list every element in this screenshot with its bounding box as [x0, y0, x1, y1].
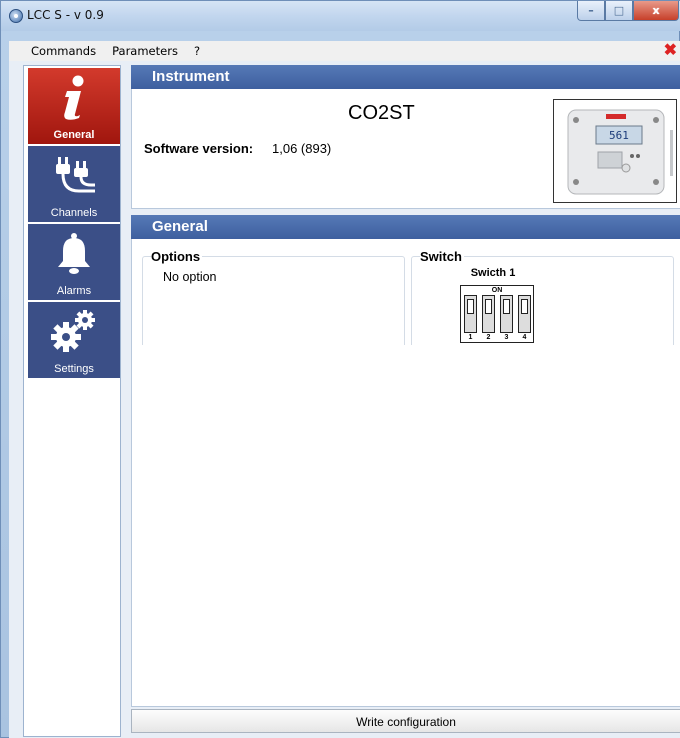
sidebar-item-alarms[interactable]: Alarms: [28, 224, 120, 300]
dip-switch-4[interactable]: [518, 295, 531, 333]
sidebar-item-label: Settings: [54, 363, 94, 375]
switch-group-title: Switch: [420, 249, 464, 264]
sidebar-item-label: Alarms: [56, 285, 92, 297]
sidebar-item-settings[interactable]: Settings: [28, 302, 120, 378]
close-window-button[interactable]: x: [633, 1, 679, 21]
dip-switch-2[interactable]: [482, 295, 495, 333]
device-image: 561: [553, 99, 677, 203]
dip-number: 4: [522, 334, 527, 341]
menu-parameters[interactable]: Parameters: [104, 44, 186, 58]
options-value: No option: [163, 270, 217, 284]
write-configuration-button[interactable]: Write configuration: [131, 709, 680, 733]
dip-on-label: ON: [491, 287, 503, 294]
dip-switch-3[interactable]: [500, 295, 513, 333]
sidebar-item-label: General: [53, 129, 95, 141]
minimize-button[interactable]: –: [577, 1, 605, 21]
app-icon[interactable]: [9, 9, 23, 23]
sidebar-item-label: Channels: [50, 207, 98, 219]
dip-number: 2: [486, 334, 491, 341]
dip-knob: [467, 299, 474, 314]
close-icon: x: [652, 4, 660, 17]
client-area: General Channels Alarms Settings Instrum…: [9, 61, 680, 738]
menu-bar: Commands Parameters ? ✖: [9, 41, 680, 61]
sidebar-item-channels[interactable]: Channels: [28, 146, 120, 222]
dip-switch-1[interactable]: [464, 295, 477, 333]
maximize-icon: □: [613, 4, 625, 17]
software-version-label: Software version:: [144, 141, 254, 156]
menu-help[interactable]: ?: [186, 44, 208, 58]
maximize-button[interactable]: □: [605, 1, 633, 21]
dip-number: 3: [504, 334, 509, 341]
close-icon[interactable]: ✖: [664, 42, 677, 60]
dip-knob: [521, 299, 528, 314]
bell-icon: [28, 230, 120, 276]
plugs-icon: [28, 152, 120, 198]
application-window: LCC S - v 0.9 – □ x Commands Parameters …: [0, 0, 680, 738]
instrument-header: Instrument: [131, 65, 680, 89]
options-group: Options No option: [142, 249, 405, 349]
dip-knob: [485, 299, 492, 314]
general-header: General: [131, 215, 680, 239]
dip-switch[interactable]: ON 1 2 3 4: [460, 285, 534, 343]
dip-knob: [503, 299, 510, 314]
options-title: Options: [151, 249, 203, 264]
sidebar-item-general[interactable]: General: [28, 68, 120, 144]
minimize-icon: –: [588, 4, 594, 17]
instrument-panel: Instrument CO2ST Software version: 1,06 …: [131, 65, 680, 209]
dip-number: 1: [468, 334, 473, 341]
instrument-name: CO2ST: [348, 102, 415, 124]
info-icon: [28, 74, 120, 120]
menu-commands[interactable]: Commands: [9, 44, 104, 58]
title-bar[interactable]: LCC S - v 0.9 – □ x: [1, 1, 680, 31]
sidebar: General Channels Alarms Settings: [23, 65, 121, 737]
device-display-reading: 561: [609, 129, 629, 142]
general-panel: General Options No option Switch Swicth …: [131, 215, 680, 349]
switch-group: Switch Swicth 1 ON 1 2 3 4: [411, 249, 674, 349]
gears-icon: [28, 308, 120, 354]
window-title: LCC S - v 0.9: [27, 8, 104, 22]
switch-name: Swicth 1: [470, 267, 516, 279]
window-controls: – □ x: [577, 1, 679, 21]
general-panel-body: [131, 345, 680, 707]
software-version-value: 1,06 (893): [272, 141, 332, 156]
